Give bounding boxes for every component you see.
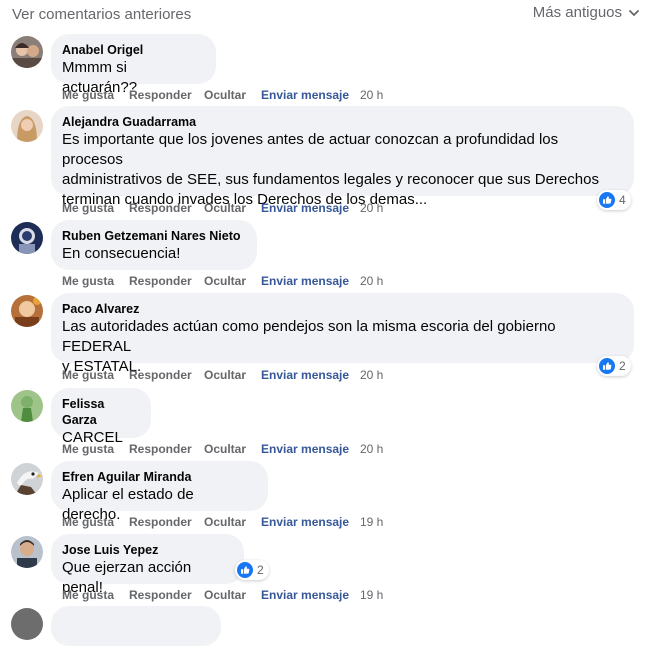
hide-button[interactable]: Ocultar: [204, 515, 261, 529]
like-icon: [237, 562, 253, 578]
comment-author[interactable]: Jose Luis Yepez: [62, 542, 232, 558]
send-message-button[interactable]: Enviar mensaje: [261, 368, 360, 382]
reply-button[interactable]: Responder: [129, 368, 204, 382]
like-icon: [599, 192, 615, 208]
sort-dropdown[interactable]: Más antiguos: [533, 4, 640, 21]
reply-button[interactable]: Responder: [129, 588, 204, 602]
send-message-button[interactable]: Enviar mensaje: [261, 588, 360, 602]
reaction-count[interactable]: 2: [597, 356, 631, 376]
send-message-button[interactable]: Enviar mensaje: [261, 442, 360, 456]
like-button[interactable]: Me gusta: [62, 442, 129, 456]
hide-button[interactable]: Ocultar: [204, 274, 261, 288]
comment-bubble: [51, 606, 221, 646]
reaction-number: 2: [619, 359, 626, 373]
comment-author[interactable]: Felissa Garza: [62, 396, 139, 428]
hide-button[interactable]: Ocultar: [204, 368, 261, 382]
comment-actions: Me gusta Responder Ocultar Enviar mensaj…: [62, 442, 383, 456]
send-message-button[interactable]: Enviar mensaje: [261, 274, 360, 288]
send-message-button[interactable]: Enviar mensaje: [261, 515, 360, 529]
send-message-button[interactable]: Enviar mensaje: [261, 201, 360, 215]
comment-author[interactable]: Anabel Origel: [62, 42, 204, 58]
reaction-count[interactable]: 2: [235, 560, 269, 580]
comment-bubble: Efren Aguilar Miranda Aplicar el estado …: [51, 461, 268, 523]
comment-actions: Me gusta Responder Ocultar Enviar mensaj…: [62, 201, 383, 215]
comment-actions: Me gusta Responder Ocultar Enviar mensaj…: [62, 274, 383, 288]
comment-bubble: Jose Luis Yepez Que ejerzan acción penal…: [51, 534, 244, 596]
comment-bubble: Alejandra Guadarrama Es importante que l…: [51, 106, 634, 208]
reply-button[interactable]: Responder: [129, 88, 204, 102]
comment-timestamp[interactable]: 20 h: [360, 88, 383, 102]
comment-author[interactable]: Paco Alvarez: [62, 301, 622, 317]
comment-bubble: Ruben Getzemani Nares Nieto En consecuen…: [51, 220, 257, 270]
comment-timestamp[interactable]: 19 h: [360, 515, 383, 529]
comment-author[interactable]: Alejandra Guadarrama: [62, 114, 622, 130]
comments-header: Ver comentarios anteriores Más antiguos: [0, 0, 666, 30]
reaction-number: 4: [619, 193, 626, 207]
comment-timestamp[interactable]: 20 h: [360, 442, 383, 456]
comment-actions: Me gusta Responder Ocultar Enviar mensaj…: [62, 515, 383, 529]
like-button[interactable]: Me gusta: [62, 88, 129, 102]
previous-comments-link[interactable]: Ver comentarios anteriores: [12, 6, 191, 23]
comment-author[interactable]: Efren Aguilar Miranda: [62, 469, 256, 485]
avatar[interactable]: [11, 110, 43, 142]
comment-timestamp[interactable]: 20 h: [360, 201, 383, 215]
like-icon: [599, 358, 615, 374]
comment-author[interactable]: Ruben Getzemani Nares Nieto: [62, 228, 245, 244]
avatar[interactable]: [11, 222, 43, 254]
comment-actions: Me gusta Responder Ocultar Enviar mensaj…: [62, 88, 383, 102]
reaction-count[interactable]: 4: [597, 190, 631, 210]
comment-text-line: administrativos de SEE, sus fundamentos …: [62, 171, 599, 188]
like-button[interactable]: Me gusta: [62, 274, 129, 288]
like-button[interactable]: Me gusta: [62, 368, 129, 382]
hide-button[interactable]: Ocultar: [204, 588, 261, 602]
hide-button[interactable]: Ocultar: [204, 88, 261, 102]
comment-text-line: Las autoridades actúan como pendejos son…: [62, 318, 556, 355]
reply-button[interactable]: Responder: [129, 515, 204, 529]
like-button[interactable]: Me gusta: [62, 201, 129, 215]
avatar[interactable]: [11, 390, 43, 422]
comment-actions: Me gusta Responder Ocultar Enviar mensaj…: [62, 588, 383, 602]
reply-button[interactable]: Responder: [129, 442, 204, 456]
hide-button[interactable]: Ocultar: [204, 201, 261, 215]
reply-button[interactable]: Responder: [129, 274, 204, 288]
comment-bubble: Paco Alvarez Las autoridades actúan como…: [51, 293, 634, 375]
avatar[interactable]: [11, 295, 43, 327]
comment-bubble: Felissa Garza CARCEL: [51, 388, 151, 446]
like-button[interactable]: Me gusta: [62, 588, 129, 602]
reaction-number: 2: [257, 563, 264, 577]
avatar[interactable]: [11, 536, 43, 568]
like-button[interactable]: Me gusta: [62, 515, 129, 529]
hide-button[interactable]: Ocultar: [204, 442, 261, 456]
comment-text-line: Es importante que los jovenes antes de a…: [62, 131, 559, 168]
comment-timestamp[interactable]: 20 h: [360, 274, 383, 288]
comment-text: En consecuencia!: [62, 245, 181, 262]
comment-timestamp[interactable]: 19 h: [360, 588, 383, 602]
avatar[interactable]: [11, 463, 43, 495]
chevron-down-icon: [629, 9, 639, 16]
comment-actions: Me gusta Responder Ocultar Enviar mensaj…: [62, 368, 383, 382]
send-message-button[interactable]: Enviar mensaje: [261, 88, 360, 102]
comment-timestamp[interactable]: 20 h: [360, 368, 383, 382]
reply-button[interactable]: Responder: [129, 201, 204, 215]
avatar[interactable]: [11, 36, 43, 68]
comment-bubble: Anabel Origel Mmmm si actuarán??: [51, 34, 216, 96]
sort-label: Más antiguos: [532, 4, 622, 21]
